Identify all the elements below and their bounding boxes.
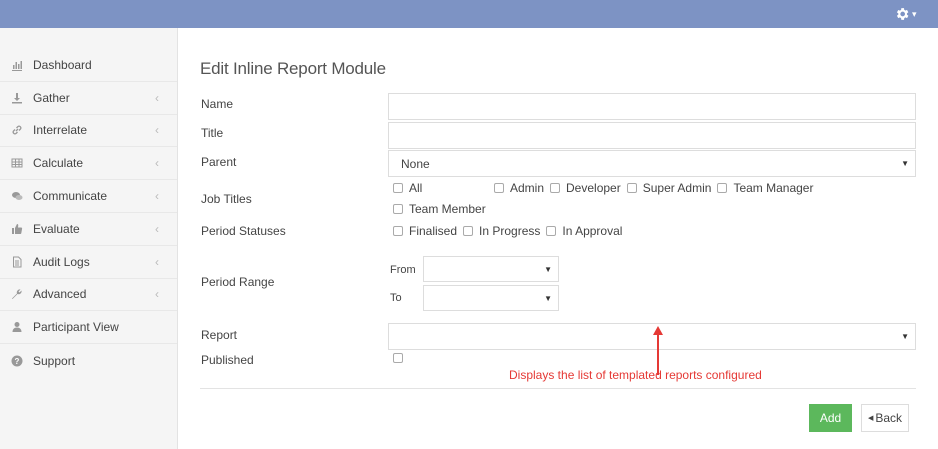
svg-text:?: ?: [15, 357, 20, 366]
parent-label: Parent: [201, 155, 237, 169]
published-label: Published: [201, 353, 254, 367]
job-titles-label: Job Titles: [201, 192, 252, 206]
job-title-option[interactable]: All: [393, 181, 488, 195]
checkbox[interactable]: [550, 183, 561, 193]
back-button[interactable]: ◀ Back: [861, 404, 909, 432]
chevron-left-icon: ‹: [155, 90, 159, 105]
sidebar-item-label: Interrelate: [33, 123, 88, 138]
published-row: [393, 353, 409, 363]
chevron-left-icon: ‹: [155, 189, 159, 204]
top-bar: ▾: [0, 0, 938, 28]
parent-select-value: None: [401, 156, 430, 171]
sidebar-item-label: Advanced: [33, 287, 87, 302]
wrench-icon: [10, 287, 24, 301]
checkbox[interactable]: [717, 183, 728, 193]
period-status-option[interactable]: In Progress: [463, 224, 540, 238]
job-title-option[interactable]: Admin: [494, 181, 544, 195]
period-statuses-row: Finalised In Progress In Approval: [393, 224, 628, 238]
sidebar-item-advanced[interactable]: Advanced ‹: [0, 279, 177, 312]
download-icon: [10, 91, 24, 105]
title-input[interactable]: [388, 122, 916, 149]
chevron-down-icon: ▼: [901, 332, 909, 341]
comments-icon: [10, 189, 24, 203]
job-title-option[interactable]: Super Admin: [626, 181, 711, 195]
sidebar-item-label: Support: [33, 353, 76, 368]
gear-icon[interactable]: [894, 6, 910, 22]
chevron-left-icon: ‹: [155, 123, 159, 138]
chevron-left-icon: ‹: [155, 156, 159, 171]
job-titles-row-2: Team Member: [393, 202, 492, 216]
chevron-down-icon: ▼: [544, 294, 552, 303]
table-icon: [10, 156, 24, 170]
sidebar-item-support[interactable]: ? Support: [0, 344, 177, 377]
checkbox[interactable]: [393, 204, 403, 214]
checkbox[interactable]: [626, 183, 637, 193]
sidebar-item-dashboard[interactable]: Dashboard: [0, 49, 177, 82]
from-label: From: [390, 264, 416, 276]
checkbox[interactable]: [393, 226, 403, 236]
thumbs-up-icon: [10, 222, 24, 236]
sidebar-item-calculate[interactable]: Calculate ‹: [0, 147, 177, 181]
checkbox[interactable]: [463, 226, 474, 236]
form-divider: [200, 388, 916, 389]
add-button[interactable]: Add: [809, 404, 852, 432]
checkbox[interactable]: [494, 183, 504, 193]
sidebar-item-evaluate[interactable]: Evaluate ‹: [0, 213, 177, 246]
chevron-left-icon: ‹: [155, 287, 159, 302]
sidebar-item-gather[interactable]: Gather ‹: [0, 82, 177, 115]
period-from-select[interactable]: ▼: [423, 256, 559, 282]
chevron-left-icon: ‹: [155, 254, 159, 269]
sidebar-item-label: Evaluate: [33, 221, 80, 236]
annotation-text: Displays the list of templated reports c…: [509, 368, 762, 382]
page-title: Edit Inline Report Module: [200, 59, 386, 78]
sidebar-item-participant-view[interactable]: Participant View: [0, 311, 177, 345]
period-status-option[interactable]: Finalised: [393, 224, 457, 238]
title-label: Title: [201, 126, 224, 140]
back-button-label: Back: [875, 411, 903, 425]
main-content: Edit Inline Report Module Name Title Par…: [178, 28, 938, 449]
sidebar-item-audit-logs[interactable]: Audit Logs ‹: [0, 246, 177, 279]
sidebar-item-interrelate[interactable]: Interrelate ‹: [0, 115, 177, 148]
file-icon: [10, 255, 24, 269]
period-to-select[interactable]: ▼: [423, 285, 559, 311]
sidebar-item-label: Dashboard: [33, 57, 92, 72]
period-statuses-label: Period Statuses: [201, 224, 286, 238]
bar-chart-icon: [10, 58, 24, 72]
sidebar-item-communicate[interactable]: Communicate ‹: [0, 180, 177, 213]
sidebar-item-label: Participant View: [33, 320, 119, 335]
sidebar-item-label: Communicate: [33, 189, 108, 204]
chevron-down-icon: ▼: [901, 159, 909, 168]
sidebar-item-label: Calculate: [33, 156, 84, 171]
to-label: To: [390, 292, 402, 304]
caret-left-icon: ◀: [867, 415, 874, 422]
chevron-down-icon: ▾: [912, 8, 917, 19]
period-status-option[interactable]: In Approval: [546, 224, 622, 238]
name-label: Name: [201, 97, 234, 111]
period-range-label: Period Range: [201, 275, 275, 289]
chevron-down-icon: ▼: [544, 265, 552, 274]
published-checkbox[interactable]: [393, 353, 403, 363]
parent-select[interactable]: None ▼: [388, 150, 916, 177]
job-title-option[interactable]: Team Manager: [717, 181, 813, 195]
job-titles-row-1: All Admin Developer Super Admin Team Man…: [393, 181, 819, 195]
sidebar-item-label: Audit Logs: [33, 254, 90, 269]
report-label: Report: [201, 328, 238, 342]
user-icon: [10, 320, 24, 334]
chevron-left-icon: ‹: [155, 221, 159, 236]
name-input[interactable]: [388, 93, 916, 120]
sidebar: Dashboard Gather ‹ Interrelate ‹ Calcula…: [0, 28, 178, 449]
question-circle-icon: ?: [10, 354, 24, 368]
checkbox[interactable]: [393, 183, 403, 193]
checkbox[interactable]: [546, 226, 557, 236]
job-title-option[interactable]: Team Member: [393, 202, 486, 216]
sidebar-item-label: Gather: [33, 90, 70, 105]
settings-menu[interactable]: ▾: [894, 4, 918, 24]
link-icon: [10, 123, 24, 137]
report-select[interactable]: ▼: [388, 323, 916, 350]
job-title-option[interactable]: Developer: [550, 181, 621, 195]
